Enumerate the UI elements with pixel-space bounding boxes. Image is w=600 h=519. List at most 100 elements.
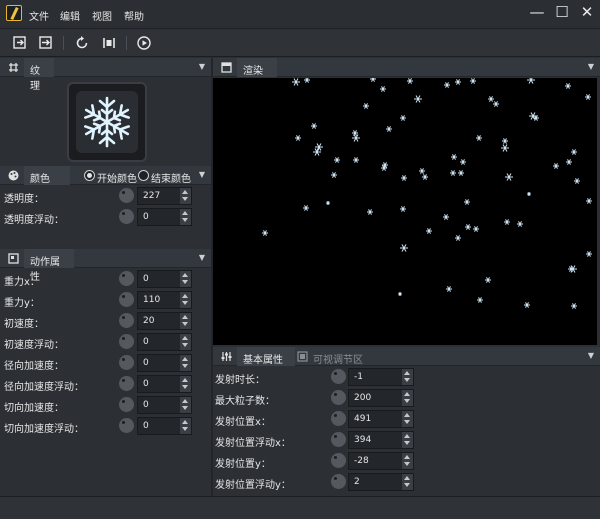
tab-basic-props[interactable]: 基本属性 <box>237 347 295 366</box>
prop-label: 发射位置浮动x： <box>215 438 291 449</box>
start-color-radio[interactable] <box>84 170 95 181</box>
snowflake-particle <box>568 266 574 272</box>
pos-y-spinbox[interactable]: -28 <box>348 452 414 470</box>
color-title: 颜色 <box>30 174 50 185</box>
snowflake-particle <box>493 101 499 107</box>
spin-arrows[interactable] <box>402 390 413 406</box>
spin-arrows[interactable] <box>180 376 191 392</box>
texture-tab[interactable]: 纹理 <box>24 58 54 92</box>
knob-icon[interactable] <box>119 313 134 328</box>
gravity-y-spinbox[interactable]: 110 <box>137 291 192 309</box>
prop-row-duration: 发射时长： -1 <box>213 367 600 387</box>
motion-icon <box>8 253 19 264</box>
chevron-down-icon[interactable]: ▼ <box>199 170 205 179</box>
menu-edit[interactable]: 编辑 <box>60 8 80 23</box>
snowflake-particle <box>353 157 359 163</box>
spin-arrows[interactable] <box>180 397 191 413</box>
reset-button[interactable] <box>72 34 92 52</box>
spin-arrows[interactable] <box>180 271 191 287</box>
knob-icon[interactable] <box>331 453 346 468</box>
pos-x-spinbox[interactable]: 491 <box>348 410 414 428</box>
knob-icon[interactable] <box>331 432 346 447</box>
texture-preview[interactable] <box>67 82 147 162</box>
opacity-spinbox[interactable]: 227 <box>137 187 192 205</box>
snowflake-particle <box>574 178 580 184</box>
spin-arrows[interactable] <box>402 432 413 448</box>
tangential-accel-variance-spinbox[interactable]: 0 <box>137 417 192 435</box>
knob-icon[interactable] <box>119 355 134 370</box>
gravity-x-spinbox[interactable]: 0 <box>137 270 192 288</box>
spin-arrows[interactable] <box>402 453 413 469</box>
snowflake-particle <box>398 292 402 296</box>
end-color-radio[interactable] <box>138 170 149 181</box>
maximize-button[interactable]: ☐ <box>551 3 573 23</box>
import-button[interactable] <box>10 34 30 52</box>
opacity-variance-spinbox[interactable]: 0 <box>137 208 192 226</box>
spin-arrows[interactable] <box>402 411 413 427</box>
knob-icon[interactable] <box>119 376 134 391</box>
spin-arrows[interactable] <box>402 474 413 490</box>
snowflake-particle <box>326 201 330 205</box>
spin-arrows[interactable] <box>402 369 413 385</box>
prop-label: 发射位置y： <box>215 459 271 470</box>
knob-icon[interactable] <box>331 474 346 489</box>
knob-icon[interactable] <box>331 390 346 405</box>
snowflake-particle <box>485 277 491 283</box>
menu-help[interactable]: 帮助 <box>124 8 144 23</box>
prop-label: 径向加速度： <box>4 361 64 372</box>
snowflake-particle <box>488 96 494 102</box>
spin-arrows[interactable] <box>180 418 191 434</box>
render-canvas[interactable] <box>213 76 597 345</box>
radial-accel-variance-spinbox[interactable]: 0 <box>137 375 192 393</box>
knob-icon[interactable] <box>331 411 346 426</box>
snowflake-particle <box>586 251 592 257</box>
menu-view[interactable]: 视图 <box>92 8 112 23</box>
tangential-accel-spinbox[interactable]: 0 <box>137 396 192 414</box>
tab-visual-adjust[interactable]: 可视调节区 <box>313 351 363 366</box>
speed-variance-spinbox[interactable]: 0 <box>137 333 192 351</box>
radial-accel-spinbox[interactable]: 0 <box>137 354 192 372</box>
motion-tab[interactable]: 动作属性 <box>24 249 74 283</box>
knob-icon[interactable] <box>119 334 134 349</box>
play-button[interactable] <box>134 34 154 52</box>
knob-icon[interactable] <box>119 271 134 286</box>
export-button[interactable] <box>36 34 56 52</box>
chevron-down-icon[interactable]: ▼ <box>588 62 594 71</box>
prop-label: 透明度浮动： <box>4 215 64 226</box>
prop-label: 初速度： <box>4 319 44 330</box>
chevron-down-icon[interactable]: ▼ <box>199 62 205 71</box>
chevron-down-icon[interactable]: ▼ <box>199 253 205 262</box>
knob-icon[interactable] <box>119 209 134 224</box>
color-tab[interactable]: 颜色 <box>24 166 70 185</box>
close-button[interactable]: ✕ <box>576 3 598 23</box>
minimize-button[interactable]: — <box>526 3 548 23</box>
knob-icon[interactable] <box>119 418 134 433</box>
knob-icon[interactable] <box>119 397 134 412</box>
pos-y-variance-spinbox[interactable]: 2 <box>348 473 414 491</box>
spin-value: 0 <box>143 400 149 410</box>
knob-icon[interactable] <box>331 369 346 384</box>
knob-icon[interactable] <box>119 292 134 307</box>
prop-row-gravity-y: 重力y： 110 <box>0 290 211 310</box>
spin-arrows[interactable] <box>180 355 191 371</box>
chevron-down-icon[interactable]: ▼ <box>588 351 594 360</box>
knob-icon[interactable] <box>119 188 134 203</box>
spin-arrows[interactable] <box>180 209 191 225</box>
spin-arrows[interactable] <box>180 292 191 308</box>
speed-spinbox[interactable]: 20 <box>137 312 192 330</box>
snowflake-particle <box>566 159 572 165</box>
snowflake-particle <box>464 199 470 205</box>
render-tab[interactable]: 渲染区 <box>237 58 277 92</box>
spin-arrows[interactable] <box>180 313 191 329</box>
pos-x-variance-spinbox[interactable]: 394 <box>348 431 414 449</box>
spin-arrows[interactable] <box>180 188 191 204</box>
snowflake-particle <box>334 157 340 163</box>
spin-value: -28 <box>354 456 369 466</box>
snowflake-particle <box>476 135 482 141</box>
snowflake-particle <box>455 235 461 241</box>
fit-button[interactable] <box>99 34 119 52</box>
spin-arrows[interactable] <box>180 334 191 350</box>
duration-spinbox[interactable]: -1 <box>348 368 414 386</box>
max-particles-spinbox[interactable]: 200 <box>348 389 414 407</box>
menu-file[interactable]: 文件 <box>29 8 49 23</box>
